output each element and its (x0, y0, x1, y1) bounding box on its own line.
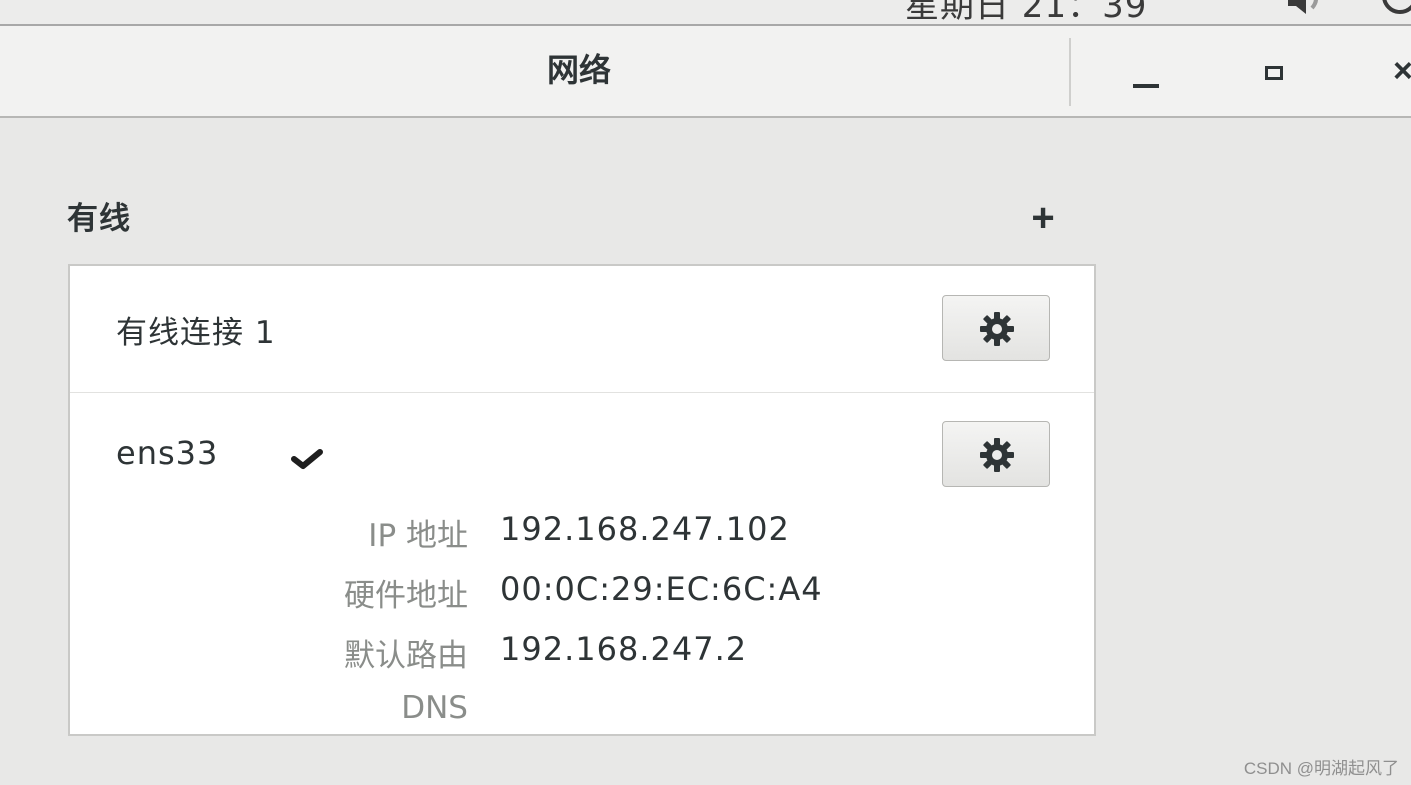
network-settings-screen: 星期日 21：39 网络 × 有线 + 有线连接 1 ens33 IP 地址 1… (0, 0, 1411, 785)
header-separator (1069, 38, 1071, 106)
hardware-address-value: 00:0C:29:EC:6C:A4 (500, 570, 823, 608)
dns-label: DNS (401, 690, 468, 726)
connection-settings-button[interactable] (942, 295, 1050, 361)
system-clock[interactable]: 星期日 21：39 (905, 0, 1147, 24)
default-route-value: 192.168.247.2 (500, 630, 748, 668)
device-settings-button[interactable] (942, 421, 1050, 487)
wired-section-title: 有线 (67, 201, 131, 237)
add-connection-button[interactable]: + (1018, 196, 1068, 240)
power-icon[interactable] (1380, 0, 1411, 16)
ip-address-value: 192.168.247.102 (500, 510, 790, 548)
maximize-icon (1265, 66, 1283, 80)
ip-address-label: IP 地址 (368, 518, 468, 554)
connection-profile-name: 有线连接 1 (116, 315, 276, 351)
minimize-button[interactable] (1117, 44, 1177, 100)
connection-profile-row[interactable]: 有线连接 1 (70, 266, 1094, 393)
hardware-address-label: 硬件地址 (344, 578, 468, 614)
minimize-icon (1133, 84, 1159, 88)
speaker-volume-icon[interactable] (1286, 0, 1326, 14)
system-top-bar: 星期日 21：39 (0, 0, 1411, 26)
device-name: ens33 (116, 434, 219, 472)
maximize-button[interactable] (1245, 44, 1305, 100)
checkmark-icon (290, 444, 324, 472)
gear-icon (980, 438, 1014, 472)
default-route-label: 默认路由 (344, 638, 468, 674)
window-headerbar[interactable]: 网络 × (0, 26, 1411, 118)
window-title: 网络 (546, 51, 611, 89)
close-icon: × (1393, 52, 1411, 90)
gear-icon (980, 312, 1014, 346)
close-button[interactable]: × (1375, 44, 1411, 100)
wired-connection-list: 有线连接 1 ens33 IP 地址 192.168.247.102 硬件地址 … (68, 264, 1096, 736)
watermark-text: CSDN @明湖起风了 (1243, 759, 1399, 778)
